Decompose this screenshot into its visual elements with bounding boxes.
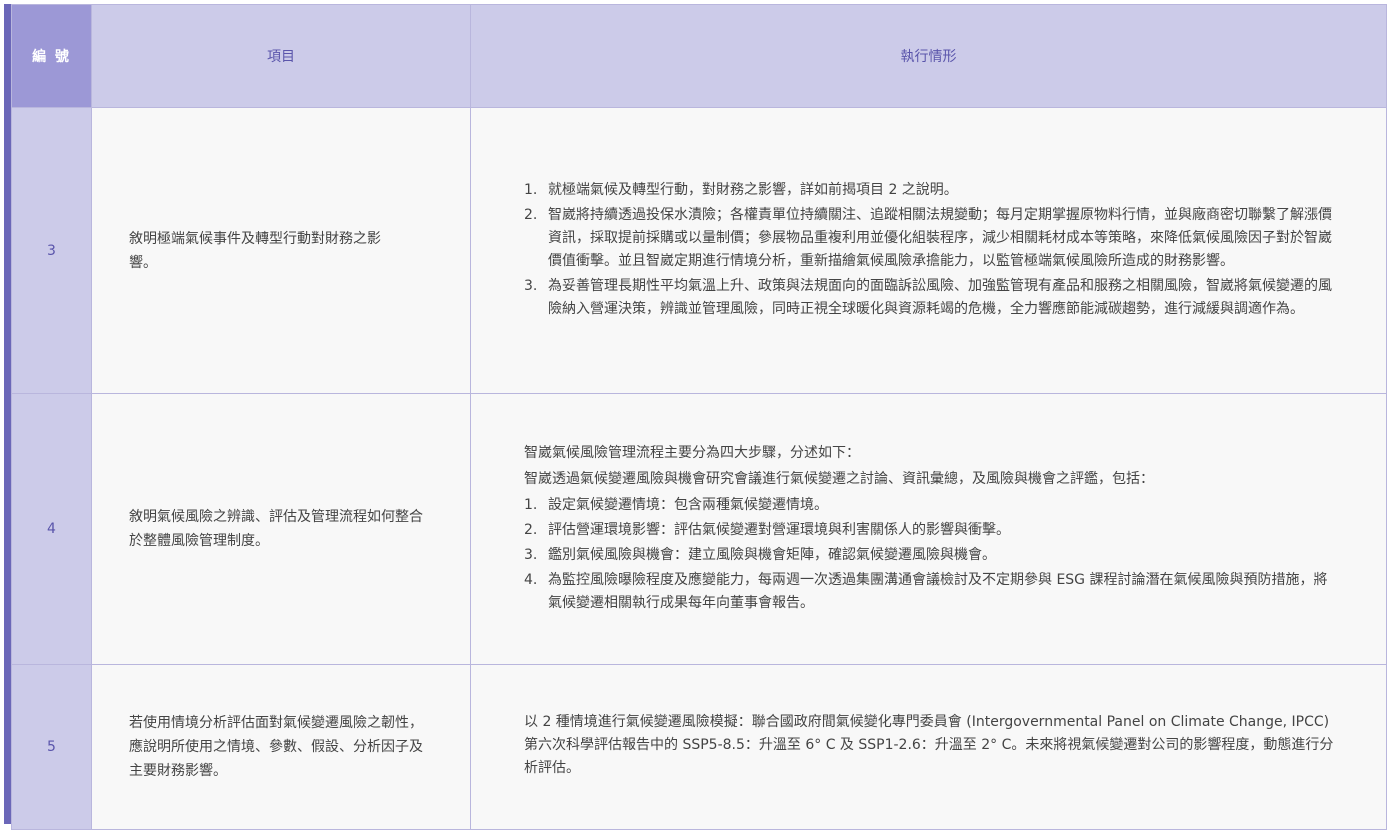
header-item: 項目 <box>91 4 471 108</box>
table-row: 3 敘明極端氣候事件及轉型行動對財務之影響。 1. 就極端氣候及轉型行動，對財務之… <box>11 107 1387 394</box>
header-row: 編 號 項目 執行情形 <box>11 4 1387 108</box>
status-list: 1. 就極端氣候及轉型行動，對財務之影響，詳如前揭項目 2 之說明。 2. 智崴將持… <box>524 179 1334 321</box>
list-item: 3. 鑑別氣候風險與機會：建立風險與機會矩陣，確認氣候變遷風險與機會。 <box>524 544 1334 567</box>
table-row: 5 若使用情境分析評估面對氣候變遷風險之韌性，應說明所使用之情境、參數、假設、分… <box>11 664 1387 830</box>
list-item-text: 為妥善管理長期性平均氣溫上升、政策與法規面向的面臨訴訟風險、加強監管現有產品和服… <box>548 277 1332 317</box>
climate-risk-table: 編 號 項目 執行情形 3 敘明極端氣候事件及轉型行動對財務之影響。 1. 就極端… <box>11 4 1387 830</box>
table-body: 3 敘明極端氣候事件及轉型行動對財務之影響。 1. 就極端氣候及轉型行動，對財務之… <box>11 107 1387 830</box>
row-item: 若使用情境分析評估面對氣候變遷風險之韌性，應說明所使用之情境、參數、假設、分析因… <box>91 664 471 830</box>
list-item-number: 1. <box>524 496 538 513</box>
list-item-number: 2. <box>524 521 538 538</box>
list-item-number: 3. <box>524 277 538 294</box>
row-item-text: 若使用情境分析評估面對氣候變遷風險之韌性，應說明所使用之情境、參數、假設、分析因… <box>129 715 423 779</box>
row-number: 5 <box>11 664 92 830</box>
header-status: 執行情形 <box>470 4 1387 108</box>
row-item: 敘明氣候風險之辨識、評估及管理流程如何整合於整體風險管理制度。 <box>91 393 471 665</box>
row-item: 敘明極端氣候事件及轉型行動對財務之影響。 <box>91 107 471 394</box>
row-number: 4 <box>11 393 92 665</box>
row-status: 智崴氣候風險管理流程主要分為四大步驟，分述如下： 智崴透過氣候變遷風險與機會研究… <box>470 393 1387 665</box>
row-status: 1. 就極端氣候及轉型行動，對財務之影響，詳如前揭項目 2 之說明。 2. 智崴將持… <box>470 107 1387 394</box>
list-item: 2. 評估營運環境影響：評估氣候變遷對營運環境與利害關係人的影響與衝擊。 <box>524 519 1334 542</box>
climate-risk-table-wrapper: 編 號 項目 執行情形 3 敘明極端氣候事件及轉型行動對財務之影響。 1. 就極端… <box>4 4 1387 830</box>
list-item: 1. 設定氣候變遷情境：包含兩種氣候變遷情境。 <box>524 494 1334 517</box>
list-item-text: 鑑別氣候風險與機會：建立風險與機會矩陣，確認氣候變遷風險與機會。 <box>548 546 996 563</box>
table-header: 編 號 項目 執行情形 <box>11 4 1387 108</box>
list-item-text: 就極端氣候及轉型行動，對財務之影響，詳如前揭項目 2 之說明。 <box>548 181 958 198</box>
status-list: 1. 設定氣候變遷情境：包含兩種氣候變遷情境。 2. 評估營運環境影響：評估氣候變遷… <box>524 494 1334 615</box>
list-item-number: 4. <box>524 571 538 588</box>
list-item: 2. 智崴將持續透過投保水漬險；各權責單位持續關注、追蹤相關法規變動；每月定期掌握… <box>524 204 1334 273</box>
list-item-number: 3. <box>524 546 538 563</box>
status-intro-line: 智崴氣候風險管理流程主要分為四大步驟，分述如下： <box>524 444 860 461</box>
list-item-text: 評估營運環境影響：評估氣候變遷對營運環境與利害關係人的影響與衝擊。 <box>548 521 1010 538</box>
row-item-text: 敘明氣候風險之辨識、評估及管理流程如何整合於整體風險管理制度。 <box>129 509 423 549</box>
row-number: 3 <box>11 107 92 394</box>
row-item-text: 敘明極端氣候事件及轉型行動對財務之影響。 <box>129 230 381 271</box>
table-row: 4 敘明氣候風險之辨識、評估及管理流程如何整合於整體風險管理制度。 智崴氣候風險… <box>11 393 1387 665</box>
list-item-text: 為監控風險曝險程度及應變能力，每兩週一次透過集團溝通會議檢討及不定期參與 ESG… <box>548 571 1328 611</box>
status-intro-line: 智崴透過氣候變遷風險與機會研究會議進行氣候變遷之討論、資訊彙總，及風險與機會之評… <box>524 470 1154 487</box>
list-item-number: 1. <box>524 181 538 198</box>
header-number: 編 號 <box>11 4 92 108</box>
status-paragraph: 以 2 種情境進行氣候變遷風險模擬：聯合國政府間氣候變化專門委員會 (Inter… <box>524 714 1334 776</box>
list-item: 4. 為監控風險曝險程度及應變能力，每兩週一次透過集團溝通會議檢討及不定期參與 E… <box>524 569 1334 615</box>
list-item: 3. 為妥善管理長期性平均氣溫上升、政策與法規面向的面臨訴訟風險、加強監管現有產品… <box>524 275 1334 321</box>
left-accent-bar <box>4 4 11 824</box>
row-status: 以 2 種情境進行氣候變遷風險模擬：聯合國政府間氣候變化專門委員會 (Inter… <box>470 664 1387 830</box>
list-item-number: 2. <box>524 206 538 223</box>
list-item: 1. 就極端氣候及轉型行動，對財務之影響，詳如前揭項目 2 之說明。 <box>524 179 1334 202</box>
list-item-text: 設定氣候變遷情境：包含兩種氣候變遷情境。 <box>548 496 828 513</box>
list-item-text: 智崴將持續透過投保水漬險；各權責單位持續關注、追蹤相關法規變動；每月定期掌握原物… <box>548 206 1332 269</box>
